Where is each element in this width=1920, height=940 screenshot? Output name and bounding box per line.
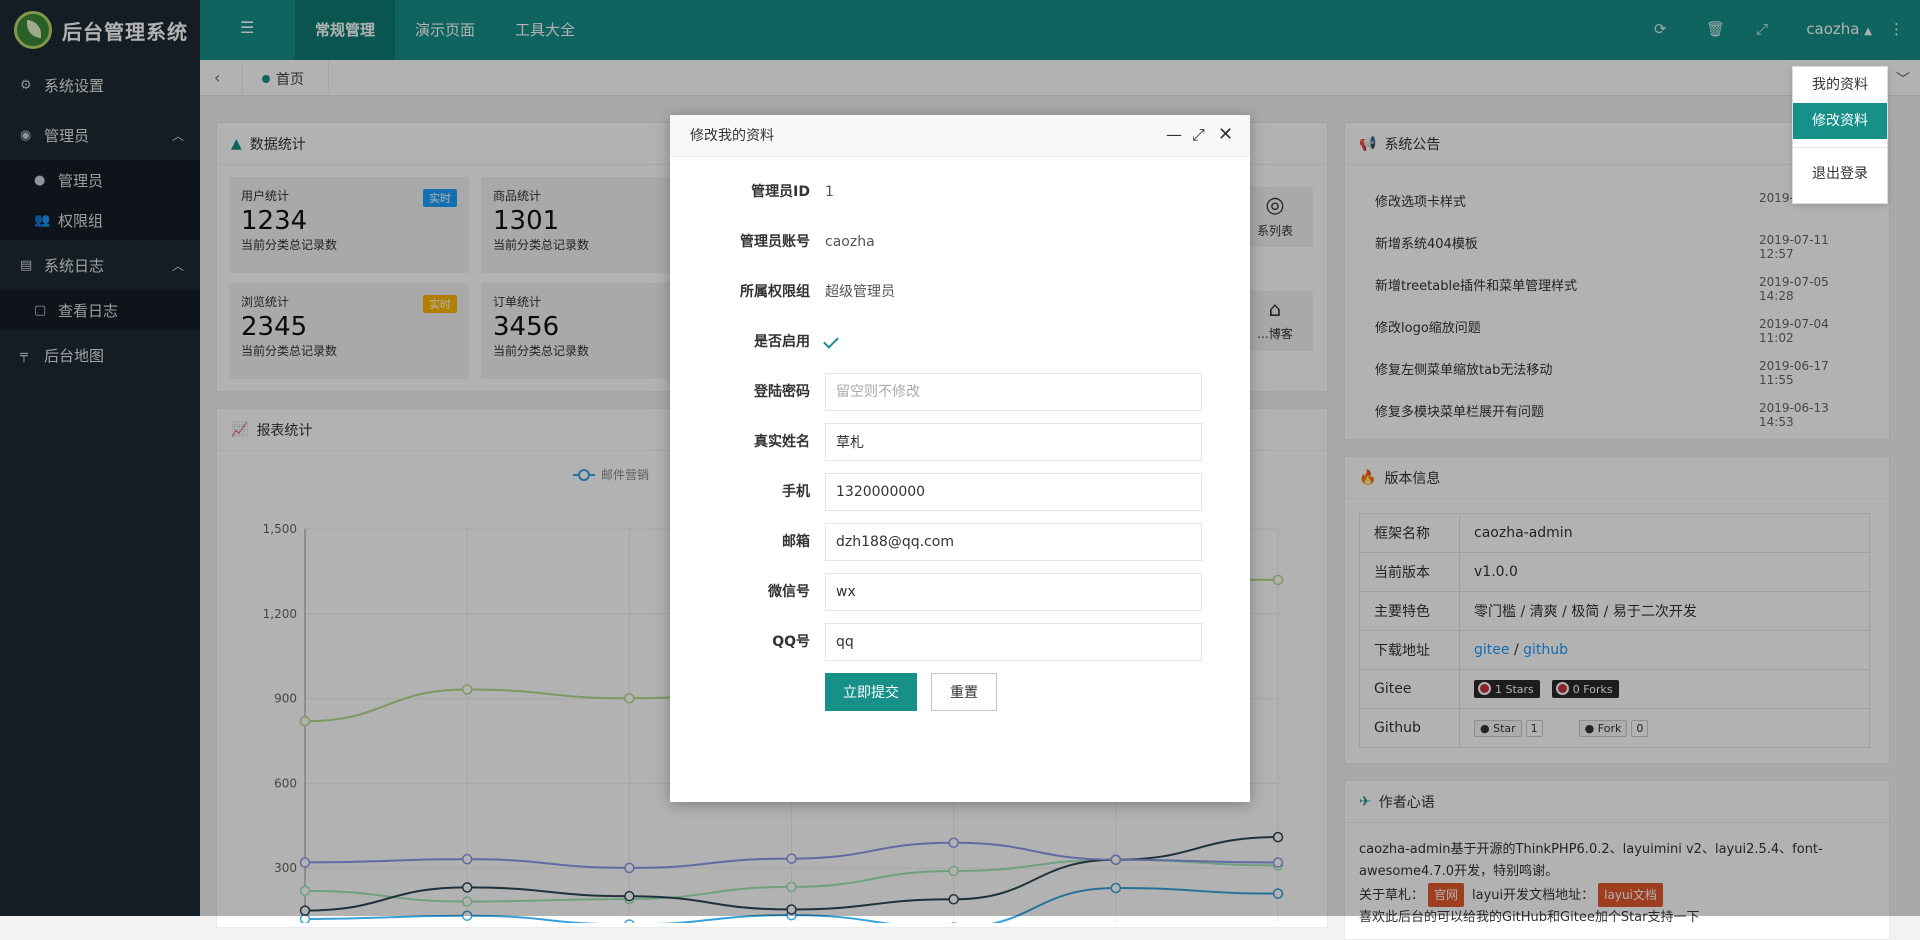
minimize-icon[interactable]: — [1166,127,1182,143]
menu-divider [1793,147,1887,148]
user-dropdown-menu: 我的资料 修改资料 退出登录 [1792,66,1888,204]
form-row-qq: QQ号 [670,623,1250,661]
field-label: 所属权限组 [740,284,810,300]
edit-profile-modal: 修改我的资料 — ⤢ ✕ 管理员ID 1 管理员账号 caozha 所属权限组 … [670,115,1250,802]
menu-item-logout[interactable]: 退出登录 [1793,156,1887,192]
admin-account-value: caozha [825,234,875,250]
submit-button[interactable]: 立即提交 [825,673,917,711]
form-row-password: 登陆密码 [670,373,1250,411]
wechat-input[interactable] [825,573,1202,611]
realname-input[interactable] [825,423,1202,461]
data-point [624,919,635,923]
reset-button[interactable]: 重置 [931,673,997,711]
field-label: 邮箱 [782,534,810,550]
modal-header: 修改我的资料 [670,115,1250,157]
modal-title: 修改我的资料 [690,128,774,144]
admin-group-value: 超级管理员 [825,284,895,300]
field-label: 是否启用 [754,334,810,350]
form-row-group: 所属权限组 超级管理员 [670,273,1250,311]
form-row-wechat: 微信号 [670,573,1250,611]
form-row-account: 管理员账号 caozha [670,223,1250,261]
menu-item-my-profile[interactable]: 我的资料 [1793,67,1887,103]
field-label: 登陆密码 [754,384,810,400]
field-label: 管理员ID [751,184,810,200]
qq-input[interactable] [825,623,1202,661]
form-row-enabled: 是否启用 [670,323,1250,361]
form-row-id: 管理员ID 1 [670,173,1250,211]
field-label: 手机 [782,484,810,500]
password-input[interactable] [825,373,1202,411]
field-label: 管理员账号 [740,234,810,250]
admin-id-value: 1 [825,184,834,200]
phone-input[interactable] [825,473,1202,511]
maximize-icon[interactable]: ⤢ [1192,127,1205,143]
form-row-phone: 手机 [670,473,1250,511]
field-label: 微信号 [768,584,810,600]
email-input[interactable] [825,523,1202,561]
field-label: QQ号 [772,634,810,650]
menu-item-edit-profile[interactable]: 修改资料 [1793,103,1887,139]
field-label: 真实姓名 [754,434,810,450]
form-row-email: 邮箱 [670,523,1250,561]
form-row-realname: 真实姓名 [670,423,1250,461]
close-icon[interactable]: ✕ [1218,126,1233,144]
check-icon [823,333,839,349]
